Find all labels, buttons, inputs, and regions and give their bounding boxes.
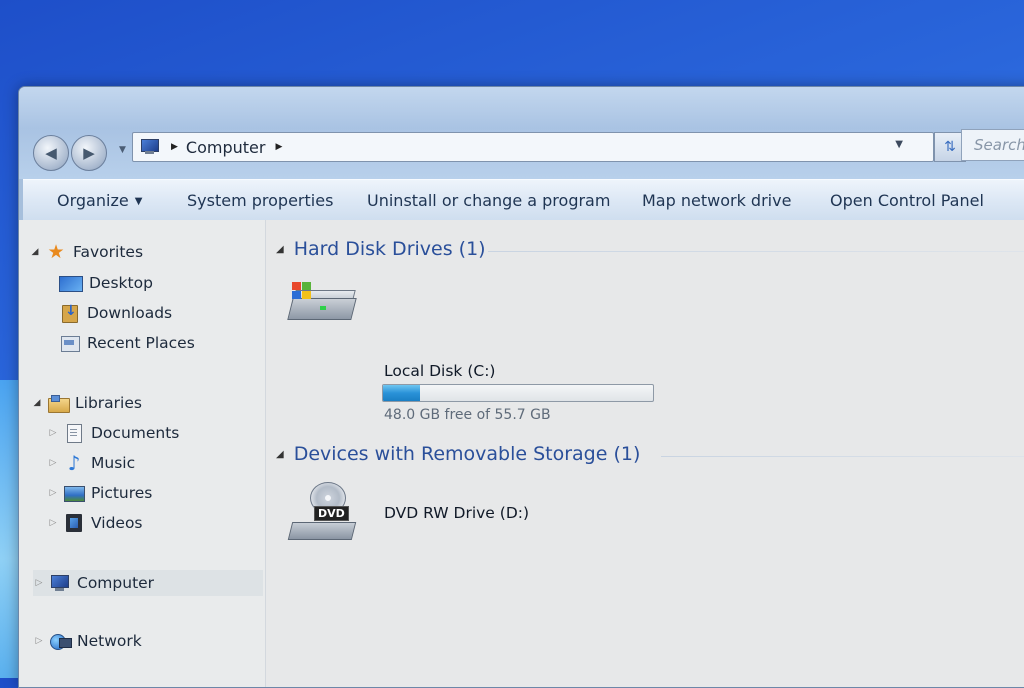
forward-button[interactable]: ▶ — [71, 135, 107, 171]
nav-desktop[interactable]: Desktop — [59, 272, 153, 294]
back-arrow-icon: ◀ — [45, 144, 57, 162]
local-disk-free-space: 48.0 GB free of 55.7 GB — [384, 407, 551, 423]
downloads-folder-icon — [59, 303, 81, 323]
group-header-hard-disk[interactable]: ◢ Hard Disk Drives (1) — [276, 238, 486, 260]
pictures-icon — [63, 484, 85, 502]
nav-favorites[interactable]: ◢ ★ Favorites — [29, 241, 143, 263]
map-network-drive-button[interactable]: Map network drive — [642, 191, 791, 210]
videos-icon — [63, 514, 85, 532]
explorer-window: ◀ ▶ ▼ ▶ Computer ▶ ▼ ⇅ Search Organize ▼ … — [18, 86, 1024, 688]
windows-logo-icon — [292, 282, 312, 300]
group-divider — [488, 251, 1024, 252]
computer-icon — [139, 138, 161, 156]
group-header-hard-disk-label: Hard Disk Drives (1) — [293, 238, 486, 260]
recent-places-icon — [59, 334, 81, 352]
nav-downloads[interactable]: Downloads — [59, 302, 172, 324]
local-disk-capacity-fill — [383, 385, 421, 401]
nav-documents[interactable]: ▷ Documents — [47, 422, 179, 444]
expand-arrow-icon[interactable]: ▷ — [47, 428, 59, 438]
nav-libraries[interactable]: ◢ Libraries — [31, 392, 142, 414]
chevron-down-icon: ▼ — [134, 196, 143, 207]
expand-arrow-icon[interactable]: ▷ — [33, 578, 45, 588]
local-disk-drive-icon[interactable] — [287, 276, 357, 336]
group-header-removable[interactable]: ◢ Devices with Removable Storage (1) — [276, 443, 640, 465]
nav-music[interactable]: ▷ ♪ Music — [47, 451, 136, 475]
nav-network[interactable]: ▷ Network — [33, 630, 142, 652]
libraries-icon — [47, 394, 70, 413]
navigation-pane: ◢ ★ Favorites Desktop Downloads Recent P… — [19, 220, 266, 687]
uninstall-program-button[interactable]: Uninstall or change a program — [367, 191, 610, 210]
breadcrumb-chevron-icon[interactable]: ▶ — [275, 142, 282, 152]
local-disk-capacity-bar — [382, 384, 654, 402]
music-icon: ♪ — [67, 451, 81, 475]
nav-network-label: Network — [77, 632, 142, 650]
refresh-icon: ⇅ — [944, 139, 956, 155]
nav-computer-label: Computer — [77, 574, 155, 592]
collapse-arrow-icon[interactable]: ◢ — [31, 398, 43, 408]
search-placeholder: Search — [974, 136, 1024, 154]
dvd-badge: DVD — [314, 506, 349, 521]
local-disk-label[interactable]: Local Disk (C:) — [384, 362, 495, 380]
collapse-arrow-icon[interactable]: ◢ — [29, 247, 41, 257]
command-bar: Organize ▼ System properties Uninstall or… — [19, 179, 1024, 221]
expand-arrow-icon[interactable]: ▷ — [47, 458, 59, 468]
nav-computer[interactable]: ▷ Computer — [33, 570, 263, 596]
computer-icon — [49, 574, 71, 592]
network-icon — [49, 632, 72, 650]
expand-arrow-icon[interactable]: ▷ — [47, 488, 59, 498]
star-icon: ★ — [47, 241, 65, 263]
group-header-removable-label: Devices with Removable Storage (1) — [293, 443, 641, 465]
collapse-triangle-icon[interactable]: ◢ — [276, 244, 284, 255]
search-input[interactable]: Search — [961, 129, 1024, 161]
content-pane: ◢ Hard Disk Drives (1) Local Disk (C:) 4… — [266, 220, 1024, 687]
system-properties-button[interactable]: System properties — [187, 191, 333, 210]
expand-arrow-icon[interactable]: ▷ — [33, 636, 45, 646]
dvd-drive-icon[interactable]: DVD — [287, 482, 357, 542]
nav-documents-label: Documents — [91, 424, 180, 442]
nav-recent-places[interactable]: Recent Places — [59, 332, 195, 354]
desktop-icon — [59, 276, 83, 292]
nav-pictures[interactable]: ▷ Pictures — [47, 482, 152, 504]
breadcrumb-separator-icon[interactable]: ▶ — [171, 142, 178, 152]
nav-videos[interactable]: ▷ Videos — [47, 512, 143, 534]
nav-pictures-label: Pictures — [91, 484, 153, 502]
collapse-triangle-icon[interactable]: ◢ — [276, 449, 284, 460]
nav-desktop-label: Desktop — [89, 274, 153, 292]
nav-recent-places-label: Recent Places — [87, 334, 195, 352]
nav-libraries-label: Libraries — [75, 394, 142, 412]
organize-button[interactable]: Organize ▼ — [57, 191, 142, 210]
nav-favorites-label: Favorites — [73, 243, 144, 261]
address-dropdown-icon[interactable]: ▼ — [895, 139, 903, 150]
recent-pages-dropdown[interactable]: ▼ — [119, 145, 126, 155]
back-button[interactable]: ◀ — [33, 135, 69, 171]
address-bar[interactable]: ▶ Computer ▶ ▼ — [132, 132, 934, 162]
organize-label: Organize — [57, 191, 129, 210]
dvd-drive-label[interactable]: DVD RW Drive (D:) — [384, 504, 529, 522]
nav-downloads-label: Downloads — [87, 304, 173, 322]
nav-videos-label: Videos — [91, 514, 143, 532]
expand-arrow-icon[interactable]: ▷ — [47, 518, 59, 528]
group-divider — [661, 456, 1024, 457]
open-control-panel-button[interactable]: Open Control Panel — [830, 191, 984, 210]
nav-music-label: Music — [91, 454, 136, 472]
documents-icon — [63, 424, 85, 443]
forward-arrow-icon: ▶ — [83, 144, 95, 162]
breadcrumb-computer[interactable]: Computer — [186, 138, 266, 157]
